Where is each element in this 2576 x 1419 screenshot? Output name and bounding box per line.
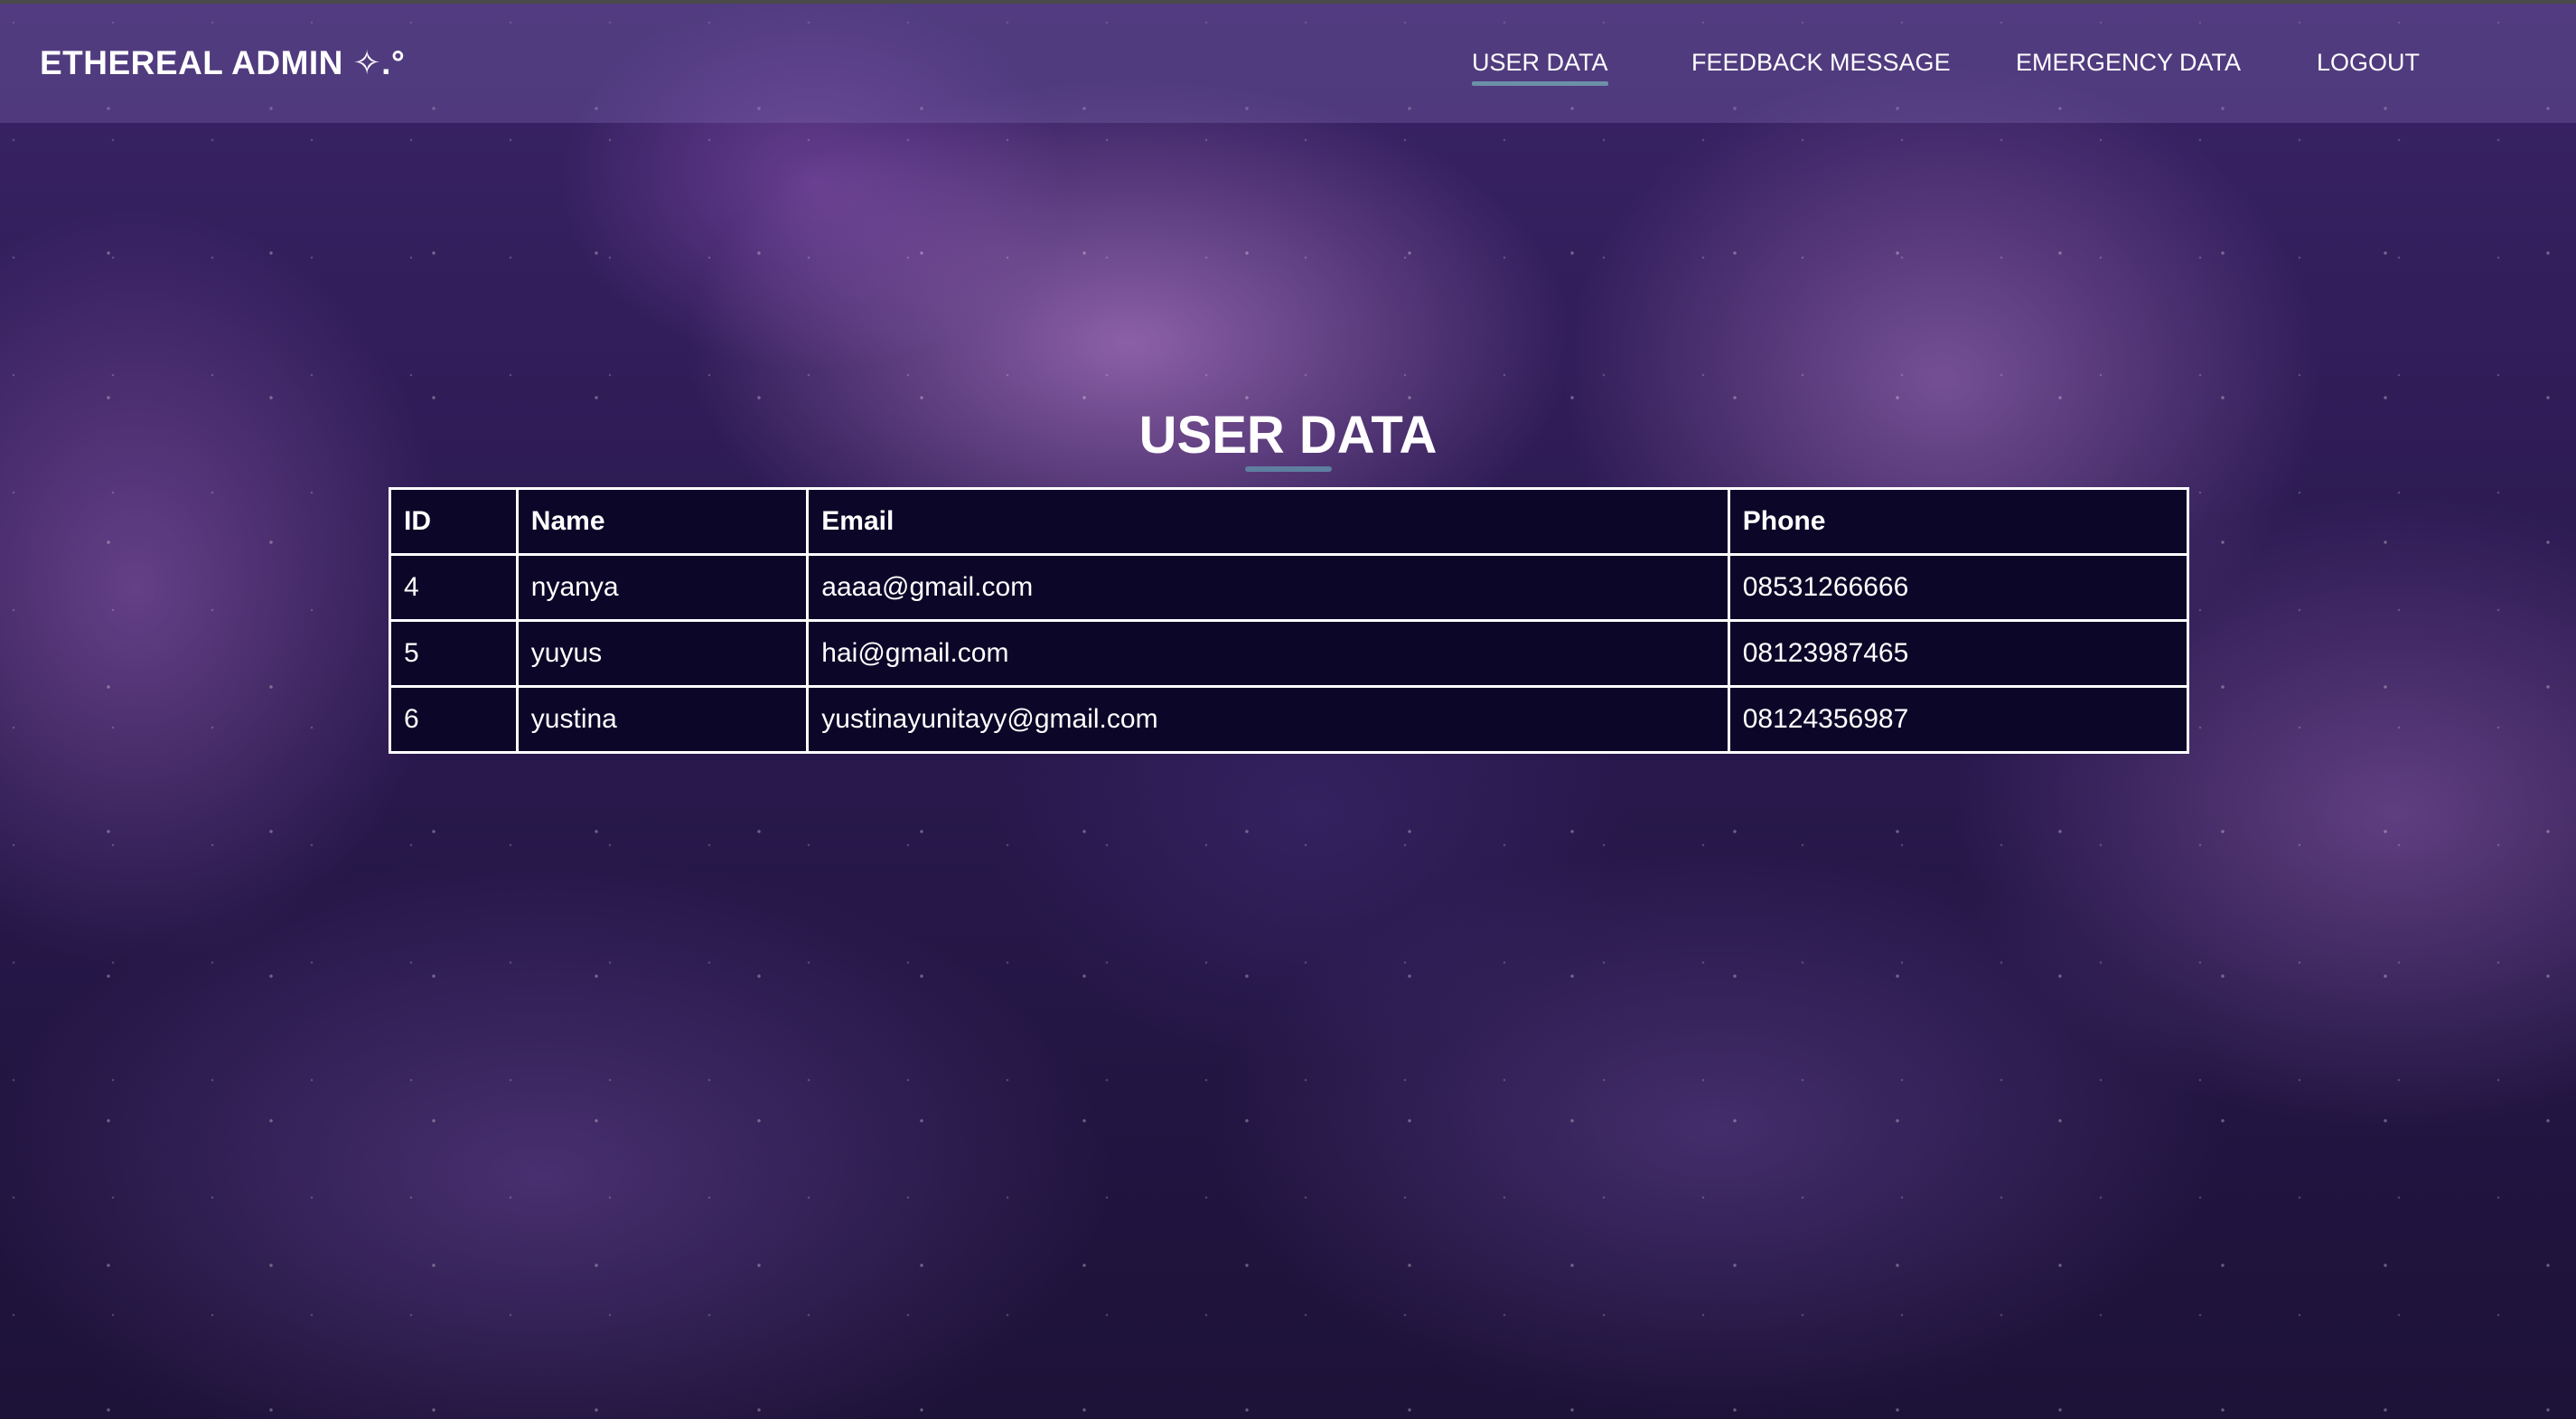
cell-name: yustina <box>515 685 810 754</box>
table-row: 6 yustina yustinayunitayy@gmail.com 0812… <box>389 685 2190 754</box>
nav-user-data[interactable]: USER DATA <box>1472 49 1608 86</box>
header-id: ID <box>389 487 519 556</box>
table-row: 4 nyanya aaaa@gmail.com 08531266666 <box>389 553 2190 622</box>
user-data-table: ID Name Email Phone 4 nyanya aaaa@gmail.… <box>389 487 2190 754</box>
cell-id: 6 <box>389 685 519 754</box>
nav-logout[interactable]: LOGOUT <box>2317 49 2420 77</box>
header-email: Email <box>806 487 1730 556</box>
cell-name: yuyus <box>515 619 810 688</box>
page-title: USER DATA <box>1138 406 1438 465</box>
cell-email: yustinayunitayy@gmail.com <box>806 685 1730 754</box>
cell-email: hai@gmail.com <box>806 619 1730 688</box>
title-underline <box>1245 466 1332 472</box>
header-phone: Phone <box>1727 487 2190 556</box>
nav-feedback-message[interactable]: FEEDBACK MESSAGE <box>1691 49 1951 77</box>
cell-phone: 08123987465 <box>1727 619 2190 688</box>
cell-id: 4 <box>389 553 519 622</box>
cell-name: nyanya <box>515 553 810 622</box>
cell-email: aaaa@gmail.com <box>806 553 1730 622</box>
navbar: ETHEREAL ADMIN ✧.° USER DATA FEEDBACK ME… <box>0 4 2576 123</box>
cell-phone: 08531266666 <box>1727 553 2190 622</box>
table-row: 5 yuyus hai@gmail.com 08123987465 <box>389 619 2190 688</box>
nav-links: USER DATA FEEDBACK MESSAGE EMERGENCY DAT… <box>0 49 2576 86</box>
header-name: Name <box>515 487 810 556</box>
cell-phone: 08124356987 <box>1727 685 2190 754</box>
table-header-row: ID Name Email Phone <box>389 487 2190 556</box>
nav-emergency-data[interactable]: EMERGENCY DATA <box>2016 49 2241 77</box>
cell-id: 5 <box>389 619 519 688</box>
page-root: ETHEREAL ADMIN ✧.° USER DATA FEEDBACK ME… <box>0 0 2576 1419</box>
